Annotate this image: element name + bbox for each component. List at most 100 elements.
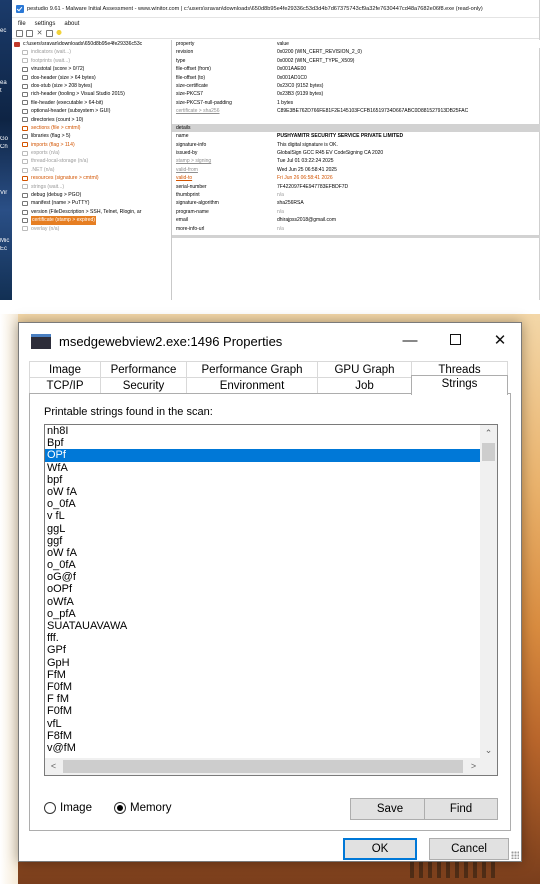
cancel-button[interactable]: Cancel (429, 838, 509, 860)
grid-row[interactable]: type 0x0002 (WIN_CERT_TYPE_X509) (172, 57, 540, 65)
list-item[interactable]: vfL (45, 718, 482, 730)
list-item[interactable]: F0fM (45, 705, 482, 717)
grid-row[interactable]: program-name n/a (172, 208, 540, 216)
list-item[interactable]: Bpf (45, 437, 482, 449)
list-item[interactable]: oW fA (45, 486, 482, 498)
tab-performance-graph[interactable]: Performance Graph (186, 361, 318, 377)
ok-button[interactable]: OK (343, 838, 417, 860)
grid-row[interactable]: valid-to Fri Jun 26 06:58:41 2026 (172, 174, 540, 182)
tree-item[interactable]: optional-header (subsystem > GUI) (12, 107, 171, 115)
list-item[interactable]: WfA (45, 462, 482, 474)
list-item[interactable]: FfM (45, 669, 482, 681)
tab-tcp-ip[interactable]: TCP/IP (29, 377, 101, 393)
save-icon[interactable] (26, 30, 33, 37)
grid-row[interactable]: thumbprint n/a (172, 191, 540, 199)
grid-row[interactable]: signature-info This digital signature is … (172, 141, 540, 149)
lightbulb-icon[interactable] (56, 30, 62, 37)
radio-memory-dot[interactable] (114, 802, 126, 814)
tab-strings[interactable]: Strings (411, 375, 508, 395)
list-item[interactable]: ggf (45, 535, 482, 547)
list-item[interactable]: F fM (45, 693, 482, 705)
list-item[interactable]: o_pfA (45, 608, 482, 620)
grid-row[interactable]: name PUSHYAMITR SECURITY SERVICE PRIVATE … (172, 132, 540, 140)
tree-item[interactable]: certificate (stamp > expired) (12, 216, 171, 225)
grid-row[interactable]: valid-from Wed Jun 25 06:58:41 2025 (172, 166, 540, 174)
horizontal-scrollbar[interactable]: < > (45, 758, 482, 775)
radio-memory[interactable]: Memory (114, 802, 172, 814)
tree-item[interactable]: c:\users\sravan\downloads\650d8b95e4fe29… (12, 40, 171, 48)
maximize-button[interactable] (432, 327, 478, 355)
grid-view-icon[interactable] (46, 30, 53, 37)
tree-item[interactable]: file-header (executable > 64-bit) (12, 99, 171, 107)
list-item[interactable]: oW fA (45, 547, 482, 559)
grid-row[interactable]: size-PKCS7-null-padding 1 bytes (172, 99, 540, 107)
tab-environment[interactable]: Environment (186, 377, 318, 393)
tab-image[interactable]: Image (29, 361, 101, 377)
pestudio-title-bar[interactable]: pestudio 9.61 - Malware Initial Assessme… (12, 0, 539, 18)
list-item[interactable]: v fL (45, 510, 482, 522)
list-item[interactable]: v@fM (45, 742, 482, 754)
list-item[interactable]: bpf (45, 474, 482, 486)
list-item[interactable]: fff. (45, 632, 482, 644)
tab-job[interactable]: Job (317, 377, 412, 393)
grid-row[interactable]: email dhirajpss2018@gmail.com (172, 216, 540, 224)
list-item[interactable]: F0fM (45, 681, 482, 693)
menu-file[interactable]: file (18, 21, 26, 27)
scroll-down-arrow-icon[interactable]: ⌄ (480, 742, 497, 759)
radio-image[interactable]: Image (44, 802, 92, 814)
list-item[interactable]: oWfA (45, 596, 482, 608)
menu-about[interactable]: about (64, 21, 79, 27)
vertical-scroll-thumb[interactable] (482, 443, 495, 461)
list-item[interactable]: SUATAUAVAWA (45, 620, 482, 632)
tree-item[interactable]: dos-stub (size > 208 bytes) (12, 82, 171, 90)
list-item[interactable]: OPf (45, 449, 482, 462)
grid-row[interactable]: size-PKCS7 0x23B3 (9139 bytes) (172, 90, 540, 98)
list-item[interactable]: o_0fA (45, 498, 482, 510)
grid-row[interactable]: certificate > sha256 C89E3BE762D766FE81F2… (172, 107, 540, 115)
grid-row[interactable]: serial-number 7F422097F4E947783EFBDF7D (172, 183, 540, 191)
tree-item[interactable]: virustotal (score > 0/72) (12, 65, 171, 73)
scroll-left-arrow-icon[interactable]: < (45, 758, 62, 775)
tab-gpu-graph[interactable]: GPU Graph (317, 361, 412, 377)
list-item[interactable]: GPf (45, 644, 482, 656)
grid-row[interactable]: revision 0x0200 (WIN_CERT_REVISION_2_0) (172, 48, 540, 56)
tree-item[interactable]: rich-header (tooling > Visual Studio 201… (12, 90, 171, 98)
resize-grip-icon[interactable] (511, 851, 519, 859)
tab-performance[interactable]: Performance (100, 361, 187, 377)
vertical-scrollbar[interactable]: ⌃ ⌄ (480, 425, 497, 759)
tree-item[interactable]: imports (flag > 114) (12, 141, 171, 149)
list-item[interactable]: oOPf (45, 583, 482, 595)
tree-item[interactable]: debug (debug > PGO) (12, 191, 171, 199)
scroll-up-arrow-icon[interactable]: ⌃ (480, 425, 497, 442)
horizontal-scroll-thumb[interactable] (63, 760, 463, 773)
grid-row[interactable]: file-offset (to) 0x001AD1C0 (172, 74, 540, 82)
tree-item[interactable]: footprints (wait...) (12, 57, 171, 65)
grid-row[interactable]: size-certificate 0x23C0 (9152 bytes) (172, 82, 540, 90)
list-item[interactable]: o_0fA (45, 559, 482, 571)
tab-security[interactable]: Security (100, 377, 187, 393)
tree-item[interactable]: resources (signature > cmtml) (12, 174, 171, 182)
tree-item[interactable]: directories (count > 10) (12, 116, 171, 124)
menu-settings[interactable]: settings (35, 21, 56, 27)
grid-row[interactable]: more-info-url n/a (172, 225, 540, 233)
save-button[interactable]: Save (350, 798, 430, 820)
tree-item[interactable]: strings (wait...) (12, 183, 171, 191)
tree-item[interactable]: version (FileDescription > SSH, Telnet, … (12, 208, 171, 216)
tree-item[interactable]: sections (file > cmtml) (12, 124, 171, 132)
dialog-title-bar[interactable]: msedgewebview2.exe:1496 Properties — ✕ (19, 323, 521, 359)
find-button[interactable]: Find (424, 798, 498, 820)
minimize-button[interactable]: — (387, 327, 433, 355)
tree-item[interactable]: thread-local-storage (n/a) (12, 157, 171, 165)
radio-image-dot[interactable] (44, 802, 56, 814)
tree-item[interactable]: exports (n/a) (12, 149, 171, 157)
tree-item[interactable]: libraries (flag > 5) (12, 132, 171, 140)
grid-row[interactable]: signature-algorithm sha256RSA (172, 199, 540, 207)
tree-item[interactable]: .NET (n/a) (12, 166, 171, 174)
list-item[interactable]: GpH (45, 657, 482, 669)
tree-item[interactable]: manifest (name > PuTTY) (12, 199, 171, 207)
list-item[interactable]: F8fM (45, 730, 482, 742)
grid-header-row[interactable]: property value (172, 40, 540, 49)
list-item[interactable]: oG@f (45, 571, 482, 583)
grid-row[interactable]: file-offset (from) 0x001AAE00 (172, 65, 540, 73)
grid-row[interactable]: stamp > signing Tue Jul 01 03:22:24 2025 (172, 157, 540, 165)
